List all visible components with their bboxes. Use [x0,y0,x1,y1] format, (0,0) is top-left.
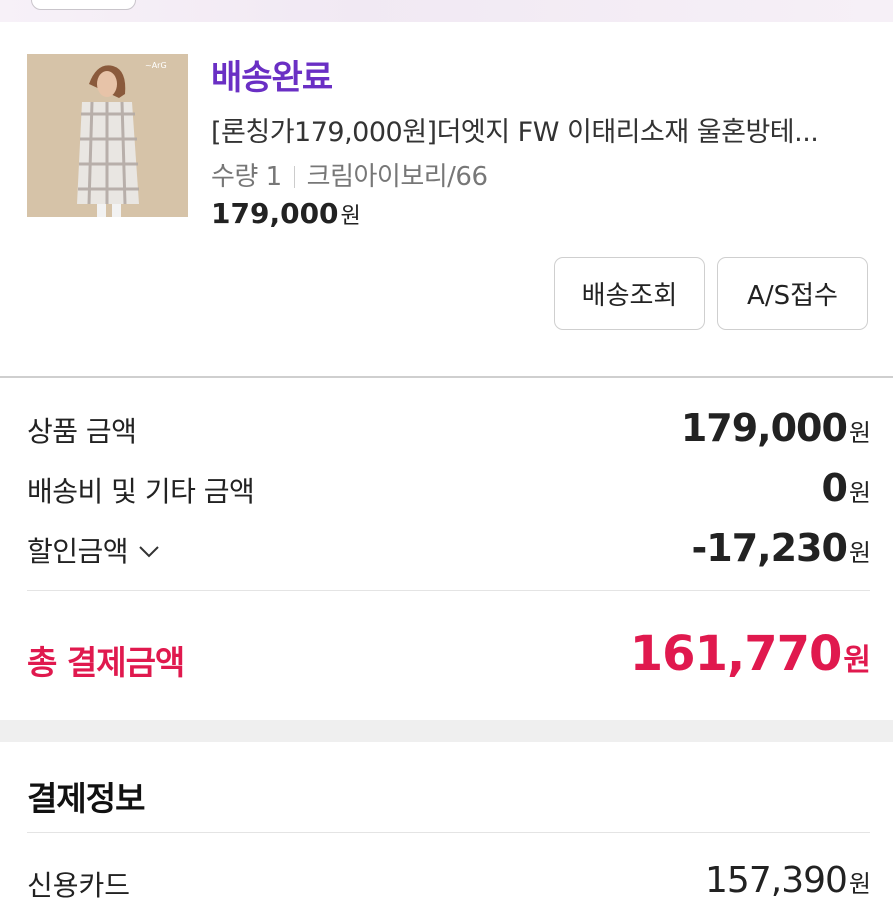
payment-summary: 상품 금액 179,000원 배송비 및 기타 금액 0원 할인금액 -17,2… [0,378,893,720]
section-gap [0,720,893,742]
product-amount-label: 상품 금액 [27,415,137,448]
product-price: 179,000원 [211,197,361,230]
option-label: 크림아이보리/66 [306,162,488,192]
currency-unit: 원 [340,204,361,229]
top-bar [0,0,893,22]
product-meta: 수량 1 크림아이보리/66 [211,156,488,193]
total-payment-value: 161,770원 [629,626,871,682]
payment-info-section: 결제정보 신용카드 157,390원 [0,742,893,902]
payment-info-title: 결제정보 [27,779,145,818]
summary-divider [27,590,870,591]
payment-method-label: 신용카드 [27,869,131,902]
product-price-value: 179,000 [211,197,339,230]
shipping-amount-label: 배송비 및 기타 금액 [27,475,255,508]
product-name[interactable]: [론칭가179,000원]더엣지 FW 이태리소재 울혼방테... [211,110,879,149]
shipping-amount-row: 배송비 및 기타 금액 0원 [27,466,871,510]
discount-amount-value: -17,230원 [691,526,871,570]
chevron-down-icon[interactable] [138,545,160,559]
product-amount-value: 179,000원 [680,406,871,450]
payment-info-divider [27,832,870,833]
quantity-label: 수량 1 [211,162,282,192]
total-payment-label: 총 결제금액 [27,643,185,682]
payment-method-amount: 157,390원 [705,860,871,901]
top-pill-button[interactable] [31,0,136,10]
total-payment-row: 총 결제금액 161,770원 [27,626,871,686]
thumbnail-logo-text: ~ArG [145,61,167,70]
track-delivery-button[interactable]: 배송조회 [554,257,705,330]
as-request-button[interactable]: A/S접수 [717,257,868,330]
discount-label: 할인금액 [27,535,129,568]
order-item-card: ~ArG 배송완료 [론칭가179,000원]더엣지 FW 이태리소재 울혼방테… [0,22,893,377]
meta-divider [293,166,295,188]
shipping-amount-value: 0원 [821,466,871,510]
product-amount-row: 상품 금액 179,000원 [27,406,871,450]
discount-toggle[interactable]: 할인금액 [27,530,160,570]
order-status: 배송완료 [211,58,333,98]
payment-method-row: 신용카드 157,390원 [27,860,871,904]
discount-amount-row[interactable]: 할인금액 -17,230원 [27,526,871,570]
product-thumbnail[interactable]: ~ArG [27,54,188,217]
